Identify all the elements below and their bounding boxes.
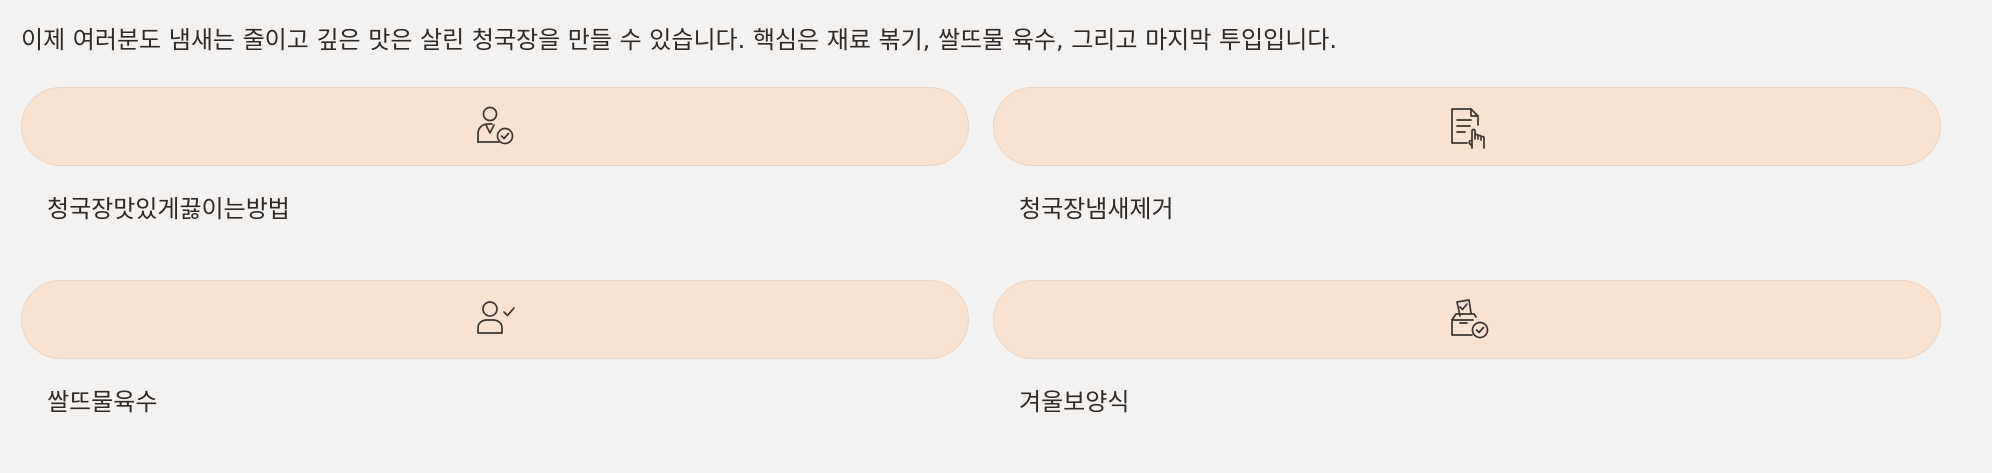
ballot-box-check-icon: [1451, 298, 1489, 338]
topic-card-button[interactable]: [993, 280, 1941, 359]
user-check-icon: [477, 300, 515, 334]
document-hand-icon: [1451, 107, 1485, 149]
topic-card: 겨울보양식: [993, 280, 1941, 473]
topic-card: 청국장냄새제거: [993, 87, 1941, 280]
topic-card-label: 청국장냄새제거: [1019, 195, 1174, 223]
topic-card-button[interactable]: [993, 87, 1941, 166]
topic-card-button[interactable]: [21, 87, 969, 166]
topic-card-button[interactable]: [21, 280, 969, 359]
topic-card-label: 쌀뜨물육수: [47, 388, 158, 416]
person-check-icon: [477, 106, 514, 144]
intro-text: 이제 여러분도 냄새는 줄이고 깊은 맛은 살린 청국장을 만들 수 있습니다.…: [21, 26, 1337, 54]
topic-card-label: 겨울보양식: [1019, 388, 1130, 416]
topic-card: 청국장맛있게끓이는방법: [21, 87, 969, 280]
topic-card-label: 청국장맛있게끓이는방법: [47, 195, 290, 223]
topic-card: 쌀뜨물육수: [21, 280, 969, 473]
topic-card-grid: 청국장맛있게끓이는방법 청국장냄새제거 쌀뜨물육수 겨울보양식: [21, 87, 1941, 473]
